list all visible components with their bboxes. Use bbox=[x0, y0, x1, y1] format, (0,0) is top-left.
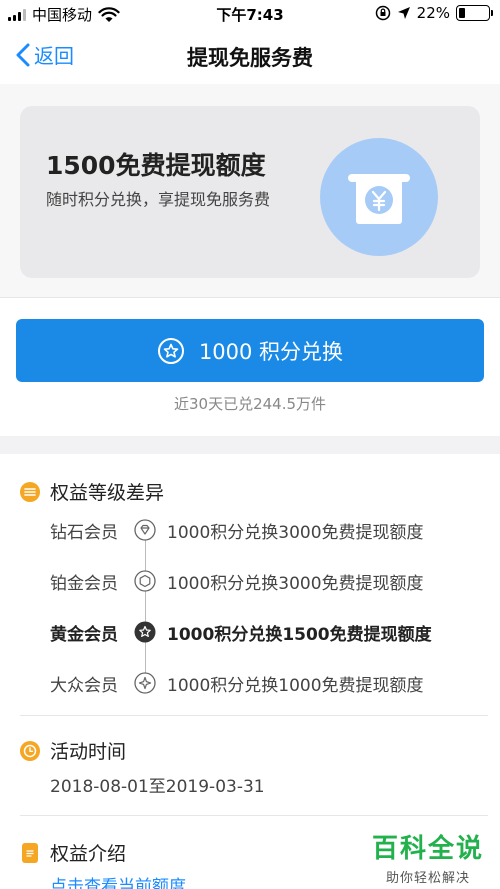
tiers-heading: 权益等级差异 bbox=[20, 478, 164, 505]
tiers-heading-label: 权益等级差异 bbox=[50, 482, 165, 504]
tier-row-gold: 黄金会员 1000积分兑换1500免费提现额度 bbox=[0, 614, 500, 650]
star-badge-icon bbox=[134, 621, 156, 643]
hero-section: 1500免费提现额度 随时积分兑换，享提现免服务费 bbox=[0, 84, 500, 298]
period-value: 2018-08-01至2019-03-31 bbox=[50, 777, 265, 797]
divider bbox=[20, 715, 488, 716]
tier-row-standard: 大众会员 1000积分兑换1000免费提现额度 bbox=[0, 665, 500, 701]
status-bar: 中国移动 下午7:43 22% bbox=[0, 0, 500, 28]
tier-row-platinum: 铂金会员 1000积分兑换3000免费提现额度 bbox=[0, 563, 500, 599]
tier-detail: 1000积分兑换1000免费提现额度 bbox=[167, 675, 424, 696]
period-heading-label: 活动时间 bbox=[50, 741, 127, 763]
status-right: 22% bbox=[375, 4, 493, 22]
star-circle-icon bbox=[157, 337, 184, 364]
page-title: 提现免服务费 bbox=[187, 46, 313, 70]
rotation-lock-icon bbox=[375, 5, 390, 21]
tier-row-diamond: 钻石会员 1000积分兑换3000免费提现额度 bbox=[0, 512, 500, 548]
section-divider bbox=[0, 436, 500, 454]
hero-description: 随时积分兑换，享提现免服务费 bbox=[46, 190, 271, 209]
redeem-button[interactable]: 1000 积分兑换 bbox=[16, 319, 484, 382]
tier-name: 铂金会员 bbox=[50, 573, 118, 594]
battery-icon bbox=[456, 5, 493, 21]
redeem-button-label: 1000 积分兑换 bbox=[198, 339, 344, 364]
tier-name: 钻石会员 bbox=[50, 522, 118, 543]
redeem-section: 1000 积分兑换 近30天已兑244.5万件 bbox=[0, 298, 500, 436]
tier-detail: 1000积分兑换3000免费提现额度 bbox=[167, 573, 424, 594]
document-icon bbox=[22, 842, 38, 863]
intro-heading: 权益介绍 bbox=[20, 839, 126, 866]
clock-icon bbox=[20, 740, 40, 761]
hero-card: 1500免费提现额度 随时积分兑换，享提现免服务费 bbox=[20, 106, 480, 278]
location-icon bbox=[397, 7, 410, 19]
battery-percent: 22% bbox=[416, 4, 450, 22]
watermark-title: 百科全说 bbox=[371, 834, 484, 864]
diamond-badge-icon bbox=[134, 519, 156, 541]
watermark-subtitle: 助你轻松解决 bbox=[385, 871, 470, 886]
redeem-stat: 近30天已兑244.5万件 bbox=[173, 395, 327, 413]
tier-name: 黄金会员 bbox=[50, 624, 118, 645]
hero-title: 1500免费提现额度 bbox=[46, 151, 266, 180]
view-quota-link[interactable]: 点击查看当前额度 bbox=[50, 872, 186, 889]
yuan-withdraw-icon bbox=[320, 138, 438, 256]
tier-detail: 1000积分兑换1500免费提现额度 bbox=[167, 624, 432, 645]
nav-bar: 返回 提现免服务费 bbox=[0, 28, 500, 84]
intro-heading-label: 权益介绍 bbox=[50, 843, 127, 865]
period-heading: 活动时间 bbox=[20, 737, 126, 764]
watermark-logo: 百科全说 助你轻松解决 bbox=[372, 828, 484, 886]
divider bbox=[20, 815, 488, 816]
tier-name: 大众会员 bbox=[50, 675, 118, 696]
list-icon bbox=[20, 481, 40, 502]
tier-timeline bbox=[145, 530, 146, 686]
sparkle-badge-icon bbox=[134, 672, 156, 694]
tier-detail: 1000积分兑换3000免费提现额度 bbox=[167, 522, 424, 543]
hexagon-badge-icon bbox=[134, 570, 156, 592]
